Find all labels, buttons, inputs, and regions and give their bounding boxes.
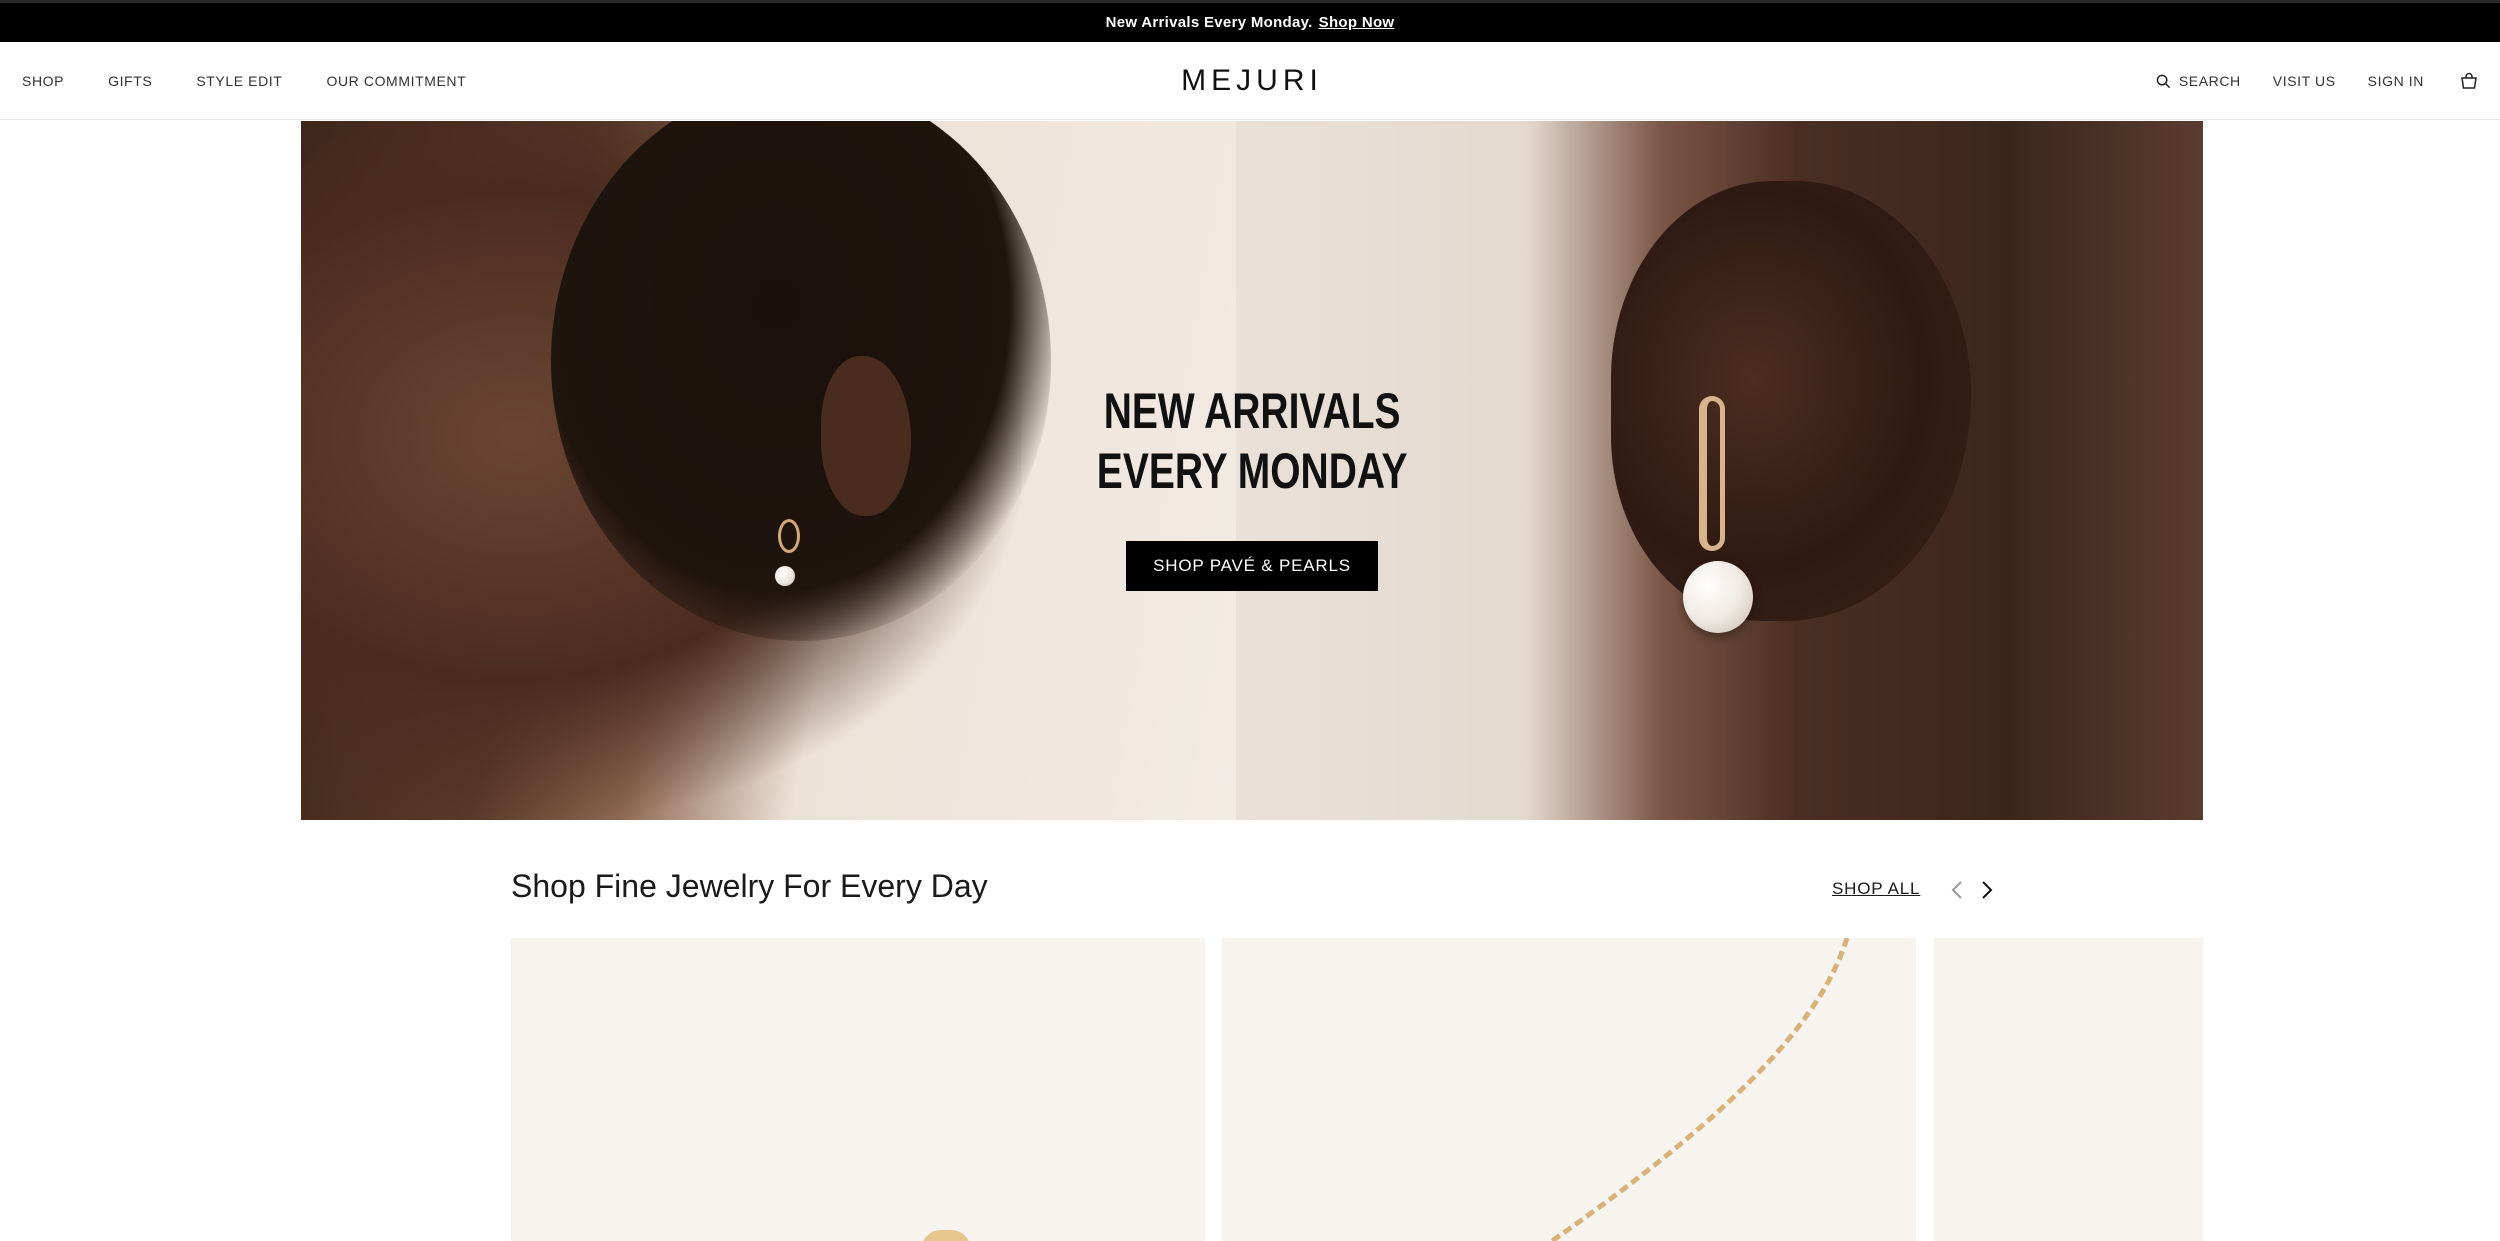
- hero-title: NEW ARRIVALS EVERY MONDAY: [1097, 381, 1408, 501]
- product-image: [1550, 938, 1850, 1241]
- product-card[interactable]: [1222, 938, 1916, 1241]
- announcement-bar: New Arrivals Every Monday. Shop Now: [0, 0, 2500, 42]
- cart-icon: [2461, 72, 2477, 89]
- shop-pave-pearls-button[interactable]: SHOP PAVÉ & PEARLS: [1126, 540, 1378, 591]
- hero-banner: NEW ARRIVALS EVERY MONDAY SHOP PAVÉ & PE…: [301, 121, 2203, 820]
- cart-button[interactable]: [2460, 72, 2478, 90]
- carousel-prev-button[interactable]: [1945, 878, 1969, 902]
- primary-nav: SHOP GIFTS STYLE EDIT OUR COMMITMENT: [22, 42, 510, 120]
- announcement-shop-now-link[interactable]: Shop Now: [1319, 14, 1395, 31]
- hero-content: NEW ARRIVALS EVERY MONDAY SHOP PAVÉ & PE…: [301, 121, 2203, 820]
- product-image: [921, 1230, 971, 1241]
- nav-shop[interactable]: SHOP: [22, 73, 64, 89]
- product-card[interactable]: [511, 938, 1205, 1241]
- nav-our-commitment[interactable]: OUR COMMITMENT: [326, 73, 466, 89]
- chevron-right-icon: [1982, 881, 1993, 899]
- carousel-next-button[interactable]: [1975, 878, 1999, 902]
- search-icon: [2156, 74, 2170, 88]
- visit-us-link[interactable]: VISIT US: [2273, 73, 2336, 89]
- hero-title-line-1: NEW ARRIVALS: [1103, 382, 1401, 439]
- chevron-left-icon: [1951, 881, 1962, 899]
- nav-style-edit[interactable]: STYLE EDIT: [196, 73, 282, 89]
- nav-gifts[interactable]: GIFTS: [108, 73, 152, 89]
- hero-title-line-2: EVERY MONDAY: [1096, 442, 1408, 499]
- site-logo[interactable]: MEJURI: [1181, 42, 1322, 120]
- product-card[interactable]: [1934, 938, 2203, 1241]
- site-header: SHOP GIFTS STYLE EDIT OUR COMMITMENT MEJ…: [0, 42, 2500, 120]
- announcement-text: New Arrivals Every Monday.: [1105, 14, 1313, 31]
- search-label: SEARCH: [2178, 73, 2241, 89]
- utility-nav: SEARCH VISIT US SIGN IN: [2124, 42, 2478, 120]
- sign-in-link[interactable]: SIGN IN: [2368, 73, 2424, 89]
- section-title: Shop Fine Jewelry For Every Day: [511, 868, 988, 904]
- search-button[interactable]: SEARCH: [2156, 73, 2241, 89]
- shop-all-link[interactable]: SHOP ALL: [1832, 879, 1920, 899]
